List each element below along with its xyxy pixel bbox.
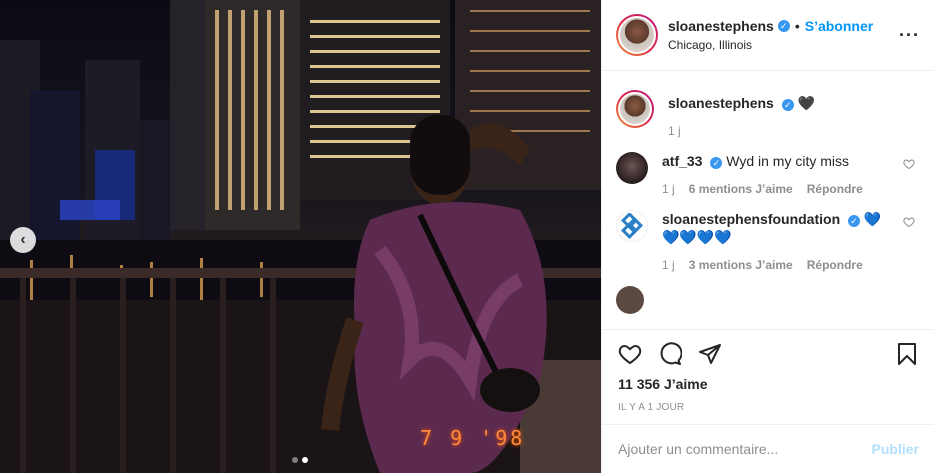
author-username[interactable]: sloanestephens	[668, 18, 774, 34]
comments-list[interactable]: sloanestephens ✓ 🖤 1 j atf_33 ✓ Wyd in m…	[602, 72, 934, 329]
add-comment-bar: Publier	[602, 424, 934, 473]
caption-text: 🖤	[797, 95, 816, 111]
comment-item: atf_33 ✓ Wyd in my city miss 1 j 6 menti…	[616, 152, 921, 196]
commenter-avatar[interactable]	[616, 210, 648, 242]
comment-text: Wyd in my city miss	[726, 153, 850, 169]
photo-date-stamp: 7 9 '98	[420, 426, 526, 450]
comment-like-icon[interactable]	[903, 216, 915, 228]
more-options-icon[interactable]: ···	[899, 25, 920, 46]
carousel-dot-active	[302, 457, 308, 463]
publish-button[interactable]: Publier	[872, 441, 919, 457]
bookmark-save-icon[interactable]	[895, 342, 919, 366]
post-timestamp[interactable]: IL Y A 1 JOUR	[618, 402, 919, 413]
comment-time[interactable]: 1 j	[662, 258, 675, 272]
comment-username[interactable]: atf_33	[662, 153, 702, 169]
author-avatar[interactable]	[616, 14, 658, 56]
post-header: sloanestephens ✓ • S’abonner Chicago, Il…	[602, 0, 934, 71]
foundation-logo-icon	[621, 213, 643, 239]
caption-avatar[interactable]	[616, 90, 654, 128]
like-heart-icon[interactable]	[618, 342, 642, 366]
follow-button[interactable]: S’abonner	[805, 18, 873, 34]
comment-item: sloanestephensfoundation ✓ 💙 💙💙💙💙 1 j 3 …	[616, 210, 921, 272]
commenter-avatar[interactable]	[616, 152, 648, 184]
caption-time[interactable]: 1 j	[668, 124, 681, 138]
carousel-prev-button[interactable]: ‹	[10, 227, 36, 253]
carousel-dot	[292, 457, 298, 463]
verified-badge-icon: ✓	[848, 215, 861, 227]
likes-count[interactable]: 11 356 J’aime	[618, 376, 919, 392]
comment-likes[interactable]: 3 mentions J’aime	[689, 258, 793, 272]
post-photo[interactable]: ‹ 7 9 '98	[0, 0, 601, 473]
comment-likes[interactable]: 6 mentions J’aime	[689, 182, 793, 196]
post-location[interactable]: Chicago, Illinois	[668, 38, 873, 52]
commenter-avatar[interactable]	[616, 286, 644, 314]
comment-username[interactable]: sloanestephensfoundation	[662, 211, 840, 227]
caption-item: sloanestephens ✓ 🖤 1 j	[616, 90, 921, 138]
comment-item-partial	[616, 286, 921, 314]
comment-text: 💙	[863, 211, 882, 227]
post-side-panel: sloanestephens ✓ • S’abonner Chicago, Il…	[601, 0, 934, 473]
comment-text-line2: 💙💙💙💙	[662, 229, 732, 245]
comment-bubble-icon[interactable]	[658, 342, 682, 366]
verified-badge-icon: ✓	[777, 20, 790, 32]
comment-input[interactable]	[618, 441, 872, 457]
comment-like-icon[interactable]	[903, 158, 915, 170]
comment-time[interactable]: 1 j	[662, 182, 675, 196]
reply-button[interactable]: Répondre	[807, 258, 863, 272]
post-actions: 11 356 J’aime IL Y A 1 JOUR	[602, 329, 934, 413]
carousel-indicator	[292, 457, 308, 463]
share-send-icon[interactable]	[698, 342, 722, 366]
city-night-scene	[0, 0, 601, 473]
reply-button[interactable]: Répondre	[807, 182, 863, 196]
verified-badge-icon: ✓	[710, 157, 723, 169]
verified-badge-icon: ✓	[781, 99, 794, 111]
caption-username[interactable]: sloanestephens	[668, 95, 774, 111]
separator-dot: •	[794, 18, 800, 34]
